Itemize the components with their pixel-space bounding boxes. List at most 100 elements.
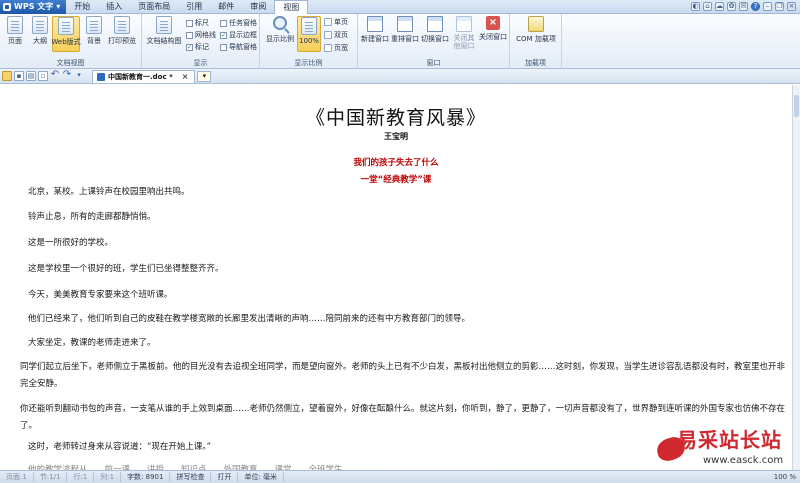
home-icon[interactable]: ⌂ (703, 2, 712, 11)
arrange-window-icon (397, 16, 413, 32)
doc-structure-button[interactable]: 文档结构图 (145, 16, 183, 46)
skin-icon[interactable]: ◐ (691, 2, 700, 11)
web-view-button[interactable]: Web版式 (51, 16, 81, 52)
menu-bar: WPS 文字 ▾ 开始 插入 页面布局 引用 邮件 审阅 视图 ◐ ⌂ ☁ ✿ … (0, 0, 800, 14)
nav-pane-checkbox[interactable]: 导航窗格 (220, 42, 257, 52)
checkbox-box[interactable] (186, 19, 193, 27)
tab-references[interactable]: 引用 (178, 0, 210, 14)
checkbox-box[interactable] (220, 19, 227, 27)
zoom-button[interactable]: 显示比例 (264, 16, 296, 44)
new-window-icon (367, 16, 383, 32)
tab-review[interactable]: 审阅 (242, 0, 274, 14)
document-tab-bar: ▪ ▤ ▫ ↶ ↷ ▾ 中国新教育一.doc * × ▾ (0, 69, 800, 84)
scrollbar-thumb[interactable] (794, 95, 799, 117)
com-addins-button[interactable]: COM 加载项 (514, 16, 558, 44)
chevron-down-icon: ▾ (56, 2, 61, 11)
show-border-checkbox[interactable]: ✓ 显示边框 (220, 30, 257, 40)
print-icon[interactable]: ▤ (26, 71, 36, 81)
redo-icon[interactable]: ↷ (62, 70, 72, 81)
group-doc-view: 页面 大纲 Web版式 背景 打印预览 文档视图 (0, 14, 142, 69)
close-window-icon: × (486, 16, 500, 30)
background-button[interactable]: 背景 (81, 16, 107, 46)
double-page-button[interactable]: 双页 (324, 30, 348, 40)
new-document-tab-button[interactable]: ▾ (197, 70, 212, 82)
status-word-count[interactable]: 字数: 8901 (121, 472, 171, 482)
vertical-scrollbar[interactable] (792, 85, 800, 470)
tab-page-layout[interactable]: 页面布局 (130, 0, 178, 14)
print-preview-button[interactable]: 打印预览 (107, 16, 137, 46)
document-area[interactable]: 《中国新教育风暴》 王宝明 我们的孩子失去了什么 一堂“经典教学”课 北京，某校… (0, 85, 792, 470)
task-pane-checkbox[interactable]: 任务窗格 (220, 18, 257, 28)
watermark-site-name: 易采站长站 (677, 428, 782, 452)
paragraph: 北京，某校。上课铃声在校园里响出共鸣。 (28, 187, 190, 197)
zoom-100-button[interactable]: 100% (297, 16, 321, 52)
checkbox-box[interactable] (186, 31, 193, 39)
app-name: WPS 文字 (14, 2, 54, 11)
checkbox-box[interactable] (220, 43, 227, 51)
checkmark-icon[interactable]: ✓ (186, 43, 193, 51)
document-tab[interactable]: 中国新教育一.doc * × (92, 69, 196, 83)
tab-view[interactable]: 视图 (274, 0, 309, 14)
close-window-button[interactable]: × 关闭窗口 (478, 16, 508, 42)
zoom-level[interactable]: 100 % (774, 473, 796, 481)
ruler-checkbox[interactable]: 标尺 (186, 18, 209, 28)
new-window-button[interactable]: 新建窗口 (360, 16, 390, 44)
paragraph: 他们已经来了，他们听到自己的皮鞋在教学楼宽敞的长廊里发出清晰的声响……陪同前来的… (28, 314, 471, 324)
markup-checkbox[interactable]: ✓ 标记 (186, 42, 209, 52)
document-title: 《中国新教育风暴》 (305, 107, 486, 129)
close-icon[interactable]: × (787, 2, 796, 11)
group-addins: COM 加载项 加载项 (510, 14, 562, 69)
tab-mailings[interactable]: 邮件 (210, 0, 242, 14)
mail-icon[interactable]: ✉ (739, 2, 748, 11)
document-author: 王宝明 (384, 132, 408, 141)
switch-window-icon (427, 16, 443, 32)
paragraph: 这是一所很好的学校。 (28, 238, 114, 248)
single-page-icon (324, 18, 332, 26)
window-controls: ◐ ⌂ ☁ ✿ ✉ ? – ❐ × (691, 2, 800, 11)
preview-icon[interactable]: ▫ (38, 71, 48, 81)
status-column: 列:1 (94, 472, 122, 482)
paragraph: 大家坐定，教课的老师走进来了。 (28, 338, 156, 348)
status-spell-check[interactable]: 拼写检查 (170, 472, 212, 482)
status-unit[interactable]: 单位: 毫米 (238, 472, 285, 482)
gridlines-checkbox[interactable]: 网格线 (186, 30, 216, 40)
group-window: 新建窗口 重排窗口 切换窗口 关闭其他窗口 × 关闭窗口 窗口 (358, 14, 510, 69)
wps-logo-icon (3, 2, 11, 11)
tab-insert[interactable]: 插入 (98, 0, 130, 14)
double-page-icon (324, 31, 332, 39)
page-view-icon (7, 16, 23, 34)
web-view-icon (58, 17, 74, 35)
magnifier-icon (273, 16, 287, 30)
restore-icon[interactable]: ❐ (775, 2, 784, 11)
switch-window-button[interactable]: 切换窗口 (420, 16, 450, 44)
undo-icon[interactable]: ↶ (50, 70, 60, 81)
group-zoom: 显示比例 100% 单页 双页 页宽 显示比例 (260, 14, 358, 69)
app-menu-button[interactable]: WPS 文字 ▾ (0, 0, 67, 14)
outline-view-icon (32, 16, 48, 34)
paragraph: 铃声止息，所有的走廊都静悄悄。 (28, 212, 156, 222)
single-page-button[interactable]: 单页 (324, 17, 348, 27)
com-addins-icon (528, 16, 544, 32)
tab-close-icon[interactable]: × (182, 72, 189, 81)
page-view-button[interactable]: 页面 (2, 16, 28, 46)
doc-structure-icon (156, 16, 172, 34)
status-line: 行:1 (67, 472, 95, 482)
cloud-icon[interactable]: ☁ (715, 2, 724, 11)
quick-access-dropdown-icon[interactable]: ▾ (74, 71, 84, 81)
paragraph: 这是学校里一个很好的班，学生们已坐得整整齐齐。 (28, 264, 224, 274)
site-watermark: 易采站长站 www.easck.com (654, 424, 800, 470)
arrange-window-button[interactable]: 重排窗口 (390, 16, 420, 44)
minimize-icon[interactable]: – (763, 2, 772, 11)
page-width-button[interactable]: 页宽 (324, 43, 348, 53)
group-label-show: 显示 (193, 59, 208, 67)
tab-start[interactable]: 开始 (66, 0, 98, 14)
checkmark-icon[interactable]: ✓ (220, 31, 227, 39)
save-icon[interactable]: ▪ (14, 71, 24, 81)
help-icon[interactable]: ? (751, 2, 760, 11)
status-open[interactable]: 打开 (211, 472, 239, 482)
close-others-icon (456, 16, 472, 32)
open-folder-icon[interactable] (2, 71, 12, 81)
close-others-button[interactable]: 关闭其他窗口 (450, 16, 478, 50)
gift-icon[interactable]: ✿ (727, 2, 736, 11)
outline-view-button[interactable]: 大纲 (27, 16, 53, 46)
